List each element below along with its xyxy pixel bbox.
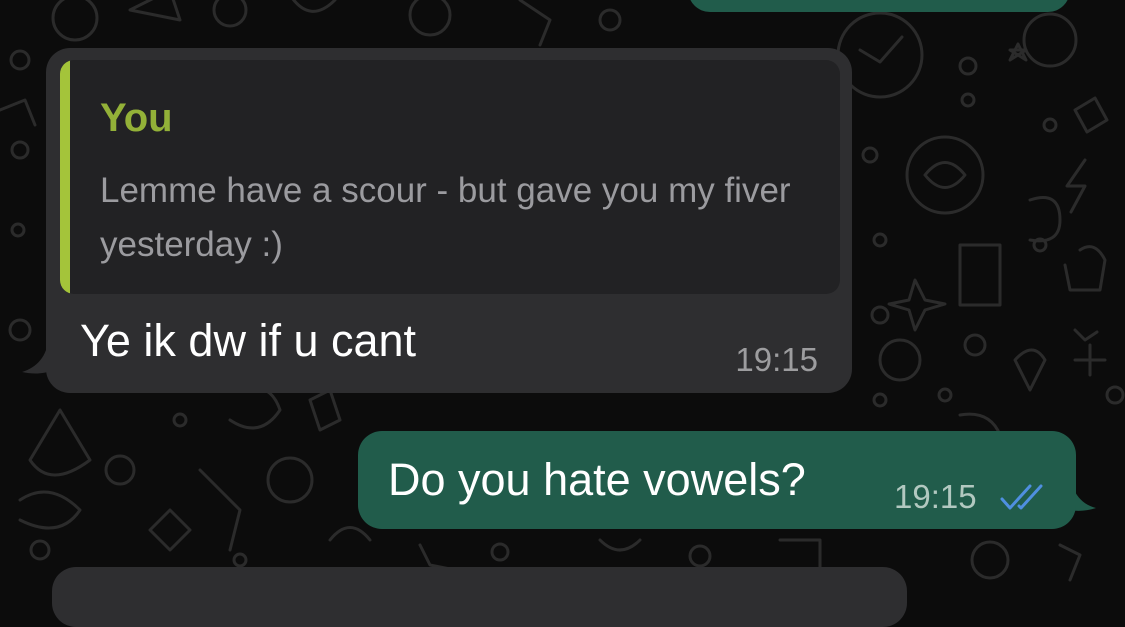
incoming-message-bubble[interactable]: You Lemme have a scour - but gave you my…: [46, 48, 852, 393]
outgoing-message-time: 19:15: [894, 478, 977, 515]
quote-text: Lemme have a scour - but gave you my fiv…: [100, 171, 791, 264]
outgoing-message-bubble[interactable]: Do you hate vowels? 19:15: [358, 431, 1076, 529]
double-check-read-icon: [1000, 484, 1043, 510]
quote-author: You: [100, 96, 173, 140]
incoming-message-time: 19:15: [735, 341, 818, 378]
quoted-reply[interactable]: You Lemme have a scour - but gave you my…: [60, 60, 840, 294]
next-incoming-message-bubble[interactable]: [52, 567, 907, 627]
incoming-message-text: Ye ik dw if u cant: [80, 315, 417, 366]
quote-accent-bar: [60, 60, 70, 294]
previous-outgoing-message-bubble[interactable]: [688, 0, 1070, 12]
outgoing-message-text: Do you hate vowels?: [388, 454, 806, 505]
